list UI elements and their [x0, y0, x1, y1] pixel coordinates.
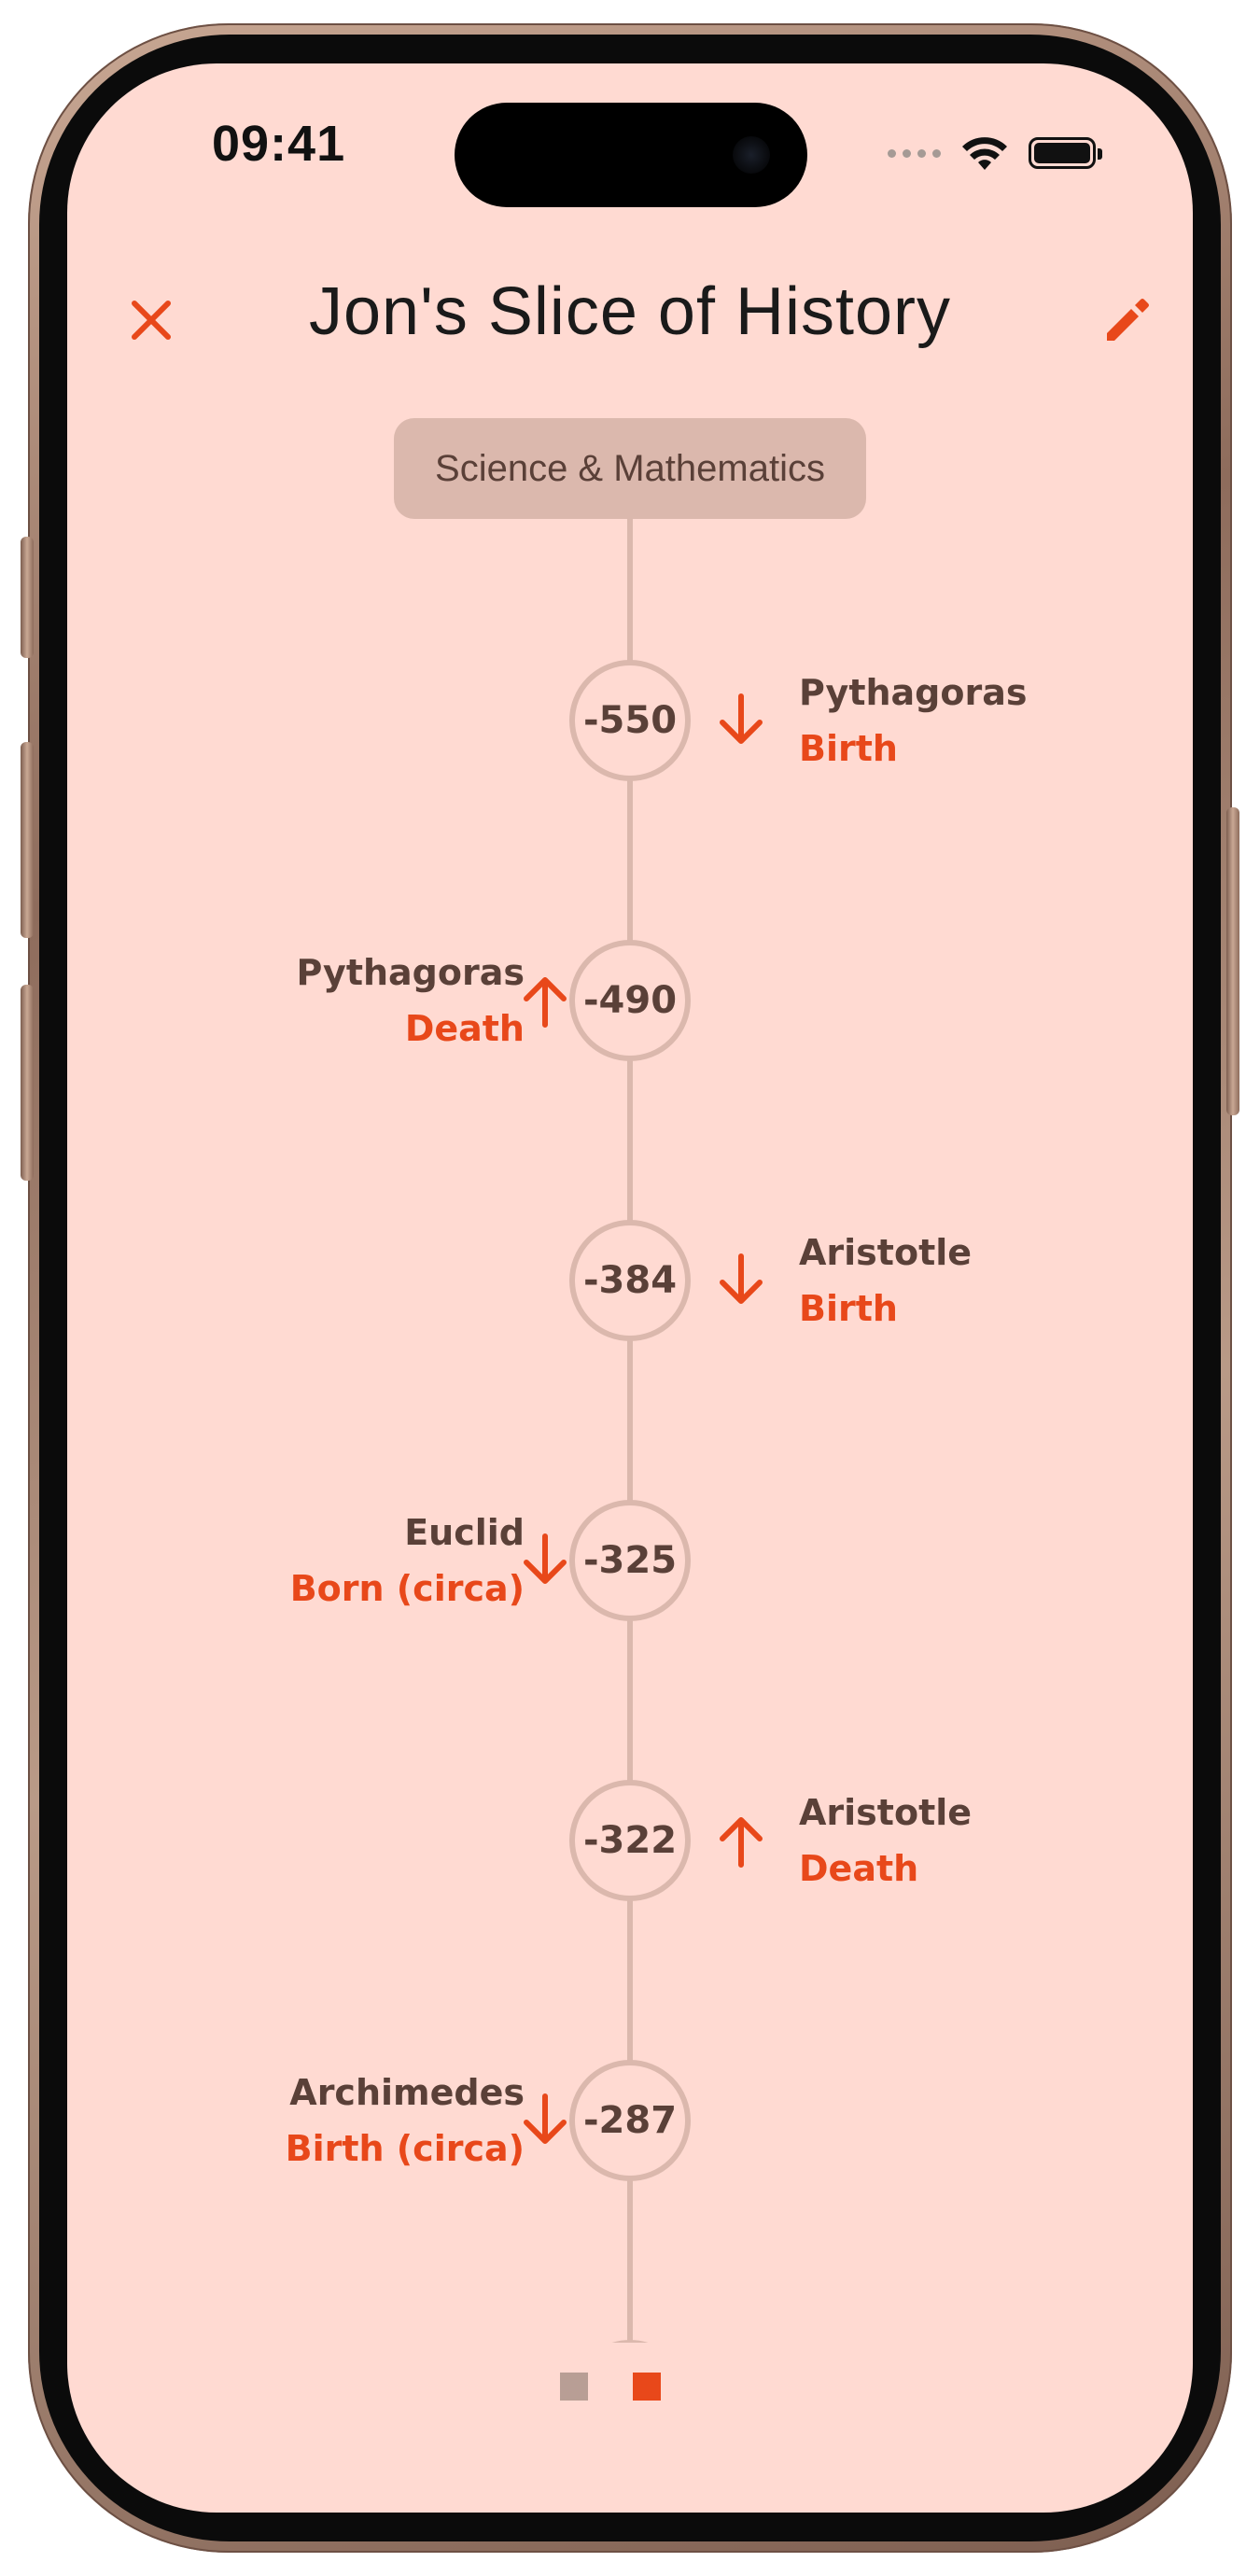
event-type-label: Born (circa) — [289, 1568, 525, 1609]
timeline-year-node[interactable]: -490 — [569, 940, 691, 1061]
timeline-year-node[interactable]: -384 — [569, 1220, 691, 1341]
event-person-name: Pythagoras — [799, 672, 1028, 713]
page-title: Jon's Slice of History — [309, 274, 951, 349]
arrow-up-icon — [720, 1817, 763, 1868]
cellular-signal-icon — [888, 148, 941, 158]
wifi-icon — [962, 137, 1007, 170]
arrow-down-icon — [524, 2093, 567, 2144]
arrow-down-icon — [524, 1533, 567, 1584]
power-button — [1226, 807, 1239, 1115]
timeline-event[interactable]: Aristotle Birth — [799, 1225, 972, 1337]
event-type-label: Death — [799, 1848, 919, 1889]
timeline-year-node[interactable]: -325 — [569, 1500, 691, 1621]
event-person-name: Euclid — [404, 1512, 525, 1553]
timeline-event[interactable]: Archimedes Birth (circa) — [286, 2065, 525, 2177]
volume-down-button — [21, 985, 34, 1181]
pencil-icon — [1107, 299, 1149, 341]
event-type-label: Birth (circa) — [285, 2128, 525, 2169]
front-camera — [733, 136, 770, 174]
event-person-name: Archimedes — [289, 2072, 525, 2113]
status-time: 09:41 — [212, 116, 346, 172]
timeline-event[interactable]: Pythagoras Death — [297, 945, 525, 1057]
timeline-event[interactable]: Euclid Born (circa) — [290, 1505, 525, 1617]
timeline-year-node[interactable]: -270 — [569, 2340, 691, 2343]
event-person-name: Aristotle — [799, 1232, 973, 1273]
event-type-label: Birth — [799, 1288, 898, 1329]
arrow-up-icon — [524, 977, 567, 1028]
event-person-name: Pythagoras — [296, 952, 525, 993]
arrow-down-icon — [720, 693, 763, 744]
timeline-year-node[interactable]: -550 — [569, 660, 691, 781]
event-type-label: Birth — [799, 728, 898, 769]
timeline-year-node[interactable]: -287 — [569, 2060, 691, 2181]
dynamic-island — [455, 103, 807, 207]
close-icon — [132, 301, 171, 340]
edit-button[interactable] — [1095, 287, 1160, 353]
timeline-event[interactable]: Pythagoras Birth — [799, 665, 1028, 777]
battery-icon — [1029, 137, 1102, 169]
page-indicator-2[interactable] — [633, 2373, 661, 2401]
volume-up-button — [21, 742, 34, 938]
page-indicator-1[interactable] — [560, 2373, 588, 2401]
status-icons — [888, 134, 1102, 172]
category-pill[interactable]: Science & Mathematics — [394, 418, 866, 519]
app-screen: 09:41 Jon's Slice of History Science & M… — [67, 63, 1193, 2513]
timeline-year-node[interactable]: -322 — [569, 1780, 691, 1901]
event-type-label: Death — [404, 1008, 525, 1049]
timeline[interactable]: -550 Pythagoras Birth -490 Pythagoras Death -3… — [67, 519, 1193, 2343]
close-button[interactable] — [119, 287, 184, 353]
timeline-event[interactable]: Aristotle Death — [799, 1785, 972, 1897]
action-button — [21, 537, 34, 658]
event-person-name: Aristotle — [799, 1792, 973, 1833]
arrow-down-icon — [720, 1253, 763, 1304]
